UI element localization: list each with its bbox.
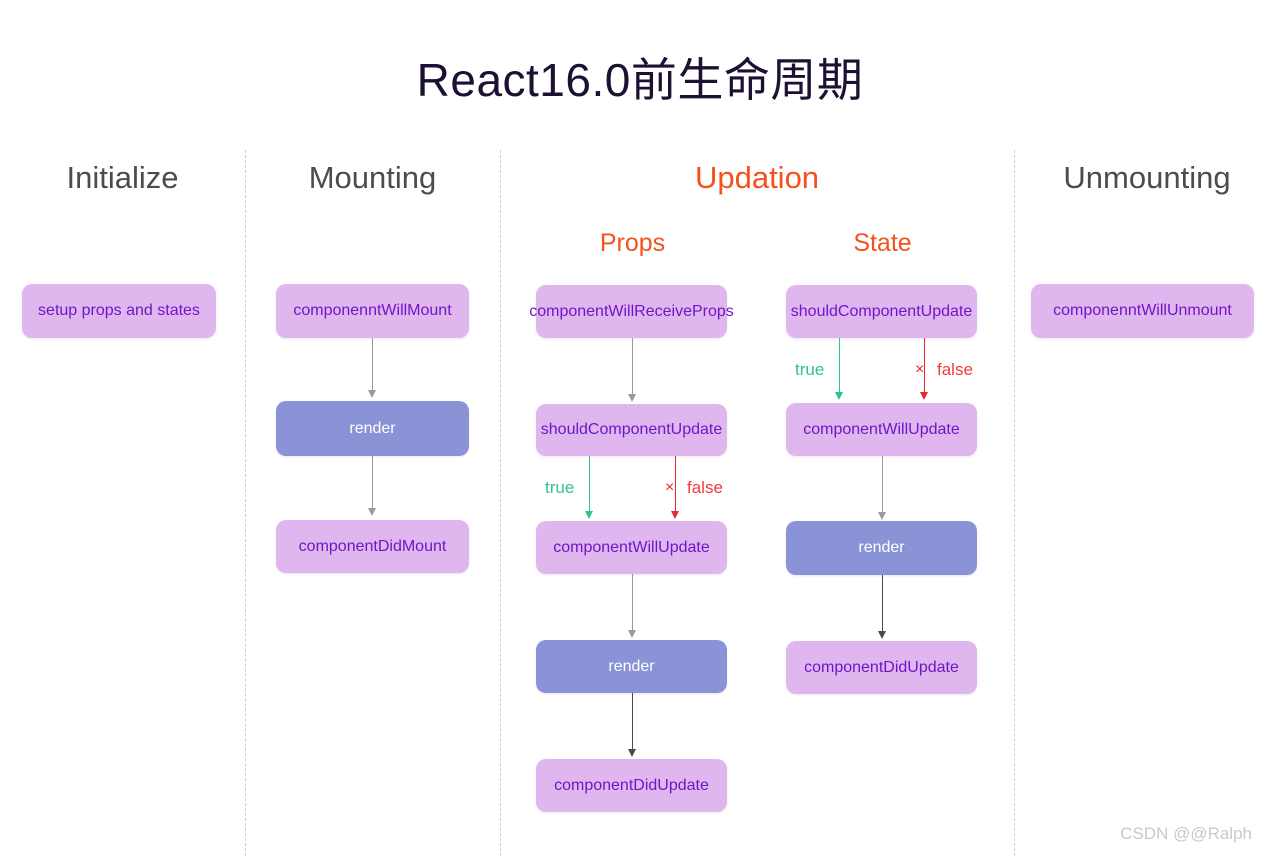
connector-props-1 [632,338,633,398]
arrowhead-mounting-2 [368,508,376,516]
divider-updation-unmounting [1014,150,1015,856]
connector-props-false [675,456,676,516]
branch-label-state-false: false [937,360,973,379]
node-state-component-will-update[interactable]: componentWillUpdate [786,403,977,456]
column-header-initialize: Initialize [66,160,179,195]
node-component-will-unmount[interactable]: componenntWillUnmount [1031,284,1254,338]
sub-header-props: Props [599,229,666,257]
arrowhead-mounting-1 [368,390,376,398]
node-props-component-will-receive-props[interactable]: componentWillReceiveProps [529,285,734,338]
branch-label-props-true: true [545,478,575,497]
node-setup-props-and-states[interactable]: setup props and states [22,284,216,338]
node-state-component-did-update[interactable]: componentDidUpdate [786,641,977,694]
page-title: React16.0前生命周期 [416,54,864,106]
arrowhead-props-3 [628,749,636,757]
arrowhead-state-true [835,392,843,400]
node-mounting-render[interactable]: render [276,401,469,456]
cross-icon-state-false: × [915,361,925,378]
node-props-component-did-update[interactable]: componentDidUpdate [536,759,727,812]
arrowhead-state-1 [878,512,886,520]
watermark: CSDN @@Ralph [1120,824,1252,843]
arrowhead-props-1 [628,394,636,402]
connector-mounting-2 [372,456,373,512]
divider-initialize-mounting [245,150,246,856]
node-state-should-component-update[interactable]: shouldComponentUpdate [786,285,977,338]
cross-icon-props-false: × [665,479,675,496]
arrowhead-state-2 [878,631,886,639]
connector-mounting-1 [372,338,373,394]
connector-props-2 [632,574,633,634]
node-props-render[interactable]: render [536,640,727,693]
connector-state-1 [882,456,883,516]
node-mounting-component-did-mount[interactable]: componentDidMount [276,520,469,573]
column-header-unmounting: Unmounting [1063,160,1231,195]
node-state-render[interactable]: render [786,521,977,575]
arrowhead-props-true [585,511,593,519]
arrowhead-props-false [671,511,679,519]
connector-state-2 [882,575,883,635]
node-mounting-component-will-mount[interactable]: componenntWillMount [276,284,469,338]
arrowhead-props-2 [628,630,636,638]
branch-label-props-false: false [687,478,723,497]
node-props-should-component-update[interactable]: shouldComponentUpdate [536,404,727,456]
column-header-updation: Updation [694,160,820,195]
divider-mounting-updation [500,150,501,856]
connector-state-true [839,338,840,396]
connector-props-true [589,456,590,516]
column-header-mounting: Mounting [308,160,437,195]
sub-header-state: State [853,229,912,257]
branch-label-state-true: true [795,360,825,379]
arrowhead-state-false [920,392,928,400]
node-props-component-will-update[interactable]: componentWillUpdate [536,521,727,574]
connector-props-3 [632,693,633,753]
